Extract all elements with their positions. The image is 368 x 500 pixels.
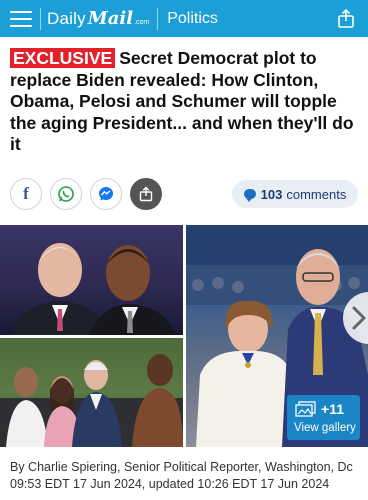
logo-mail: Mail <box>87 8 134 29</box>
photo-clinton-obama[interactable] <box>0 225 183 335</box>
byline-date: 09:53 EDT 17 Jun 2024, updated 10:26 EDT… <box>10 477 330 491</box>
comments-button[interactable]: 103 comments <box>232 180 358 208</box>
photo-biden-crowd[interactable] <box>0 338 183 447</box>
share-row: f <box>10 177 170 211</box>
more-share-button[interactable] <box>130 178 162 210</box>
headline: EXCLUSIVE Secret Democrat plot to replace… <box>10 48 362 156</box>
section-link[interactable]: Politics <box>167 10 218 28</box>
gallery-label: View gallery <box>294 422 356 434</box>
whatsapp-icon <box>58 186 74 202</box>
site-logo[interactable]: Daily Mail .com <box>47 8 149 29</box>
facebook-icon: f <box>23 184 29 203</box>
divider <box>157 7 159 30</box>
gallery-next-button[interactable] <box>343 292 368 344</box>
logo-daily: Daily <box>47 9 86 28</box>
divider <box>40 7 41 30</box>
comments-label: comments <box>286 186 347 202</box>
share-icon <box>139 186 153 202</box>
messenger-share-button[interactable] <box>90 178 122 210</box>
menu-icon[interactable] <box>10 10 32 27</box>
byline: By Charlie Spiering, Senior Political Re… <box>10 459 362 493</box>
view-gallery-button[interactable]: +11 View gallery <box>287 395 360 440</box>
messenger-icon <box>99 187 113 201</box>
logo-suffix: .com <box>134 19 150 26</box>
exclusive-badge: EXCLUSIVE <box>10 48 116 68</box>
comment-icon <box>243 189 256 202</box>
byline-author: By Charlie Spiering, Senior Political Re… <box>10 460 353 474</box>
top-bar: Daily Mail .com Politics <box>0 0 368 37</box>
gallery-count: +11 <box>321 401 344 417</box>
whatsapp-share-button[interactable] <box>50 178 82 210</box>
facebook-share-button[interactable]: f <box>10 178 42 210</box>
image-icon <box>295 401 316 417</box>
share-icon[interactable] <box>336 8 356 28</box>
comments-count: 103 <box>260 186 283 202</box>
chevron-right-icon <box>352 306 366 330</box>
